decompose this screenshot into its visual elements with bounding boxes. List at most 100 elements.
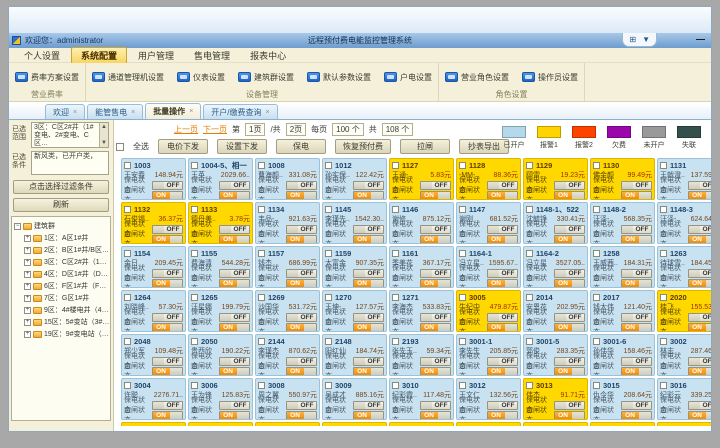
menu-item-售电管理[interactable]: 售电管理 [185,48,239,63]
card-checkbox[interactable] [593,338,600,345]
select-all-checkbox[interactable] [116,143,124,151]
tree-node[interactable]: +3区：C区2#井（1#变… [14,256,110,268]
supply-status-toggle[interactable]: OFF [286,313,317,322]
meter-card[interactable]: 3006王为锋125.83元保电状态OFF合闸状态ON [188,378,253,420]
switch-status-toggle[interactable]: ON [152,235,183,244]
meter-card[interactable]: 2014安恩花202.95元保电状态OFF合闸状态ON [523,290,588,332]
selected-condition-listbox[interactable]: 新风类，已开户类， [31,151,109,175]
switch-status-toggle[interactable]: ON [219,279,250,288]
switch-status-toggle[interactable]: ON [152,323,183,332]
supply-status-toggle[interactable]: OFF [152,225,183,234]
card-checkbox[interactable] [124,250,131,257]
supply-status-toggle[interactable]: OFF [420,269,451,278]
supply-status-toggle[interactable]: OFF [554,313,585,322]
switch-status-toggle[interactable]: ON [487,323,518,332]
meter-card[interactable]: 2193张先玉..59.34元保电状态OFF合闸状态ON [389,334,454,376]
expand-icon[interactable]: + [24,235,31,242]
supply-status-toggle[interactable]: OFF [353,357,384,366]
meter-card[interactable]: 1263待球雪..184.45元保电状态OFF合闸状态ON [657,246,712,288]
tab-批量操作[interactable]: 批量操作× [145,103,201,119]
switch-status-toggle[interactable]: ON [286,235,317,244]
supply-status-toggle[interactable]: OFF [487,313,518,322]
supply-status-toggle[interactable]: OFF [554,401,585,410]
switch-status-toggle[interactable]: ON [420,367,451,376]
supply-status-toggle[interactable]: OFF [621,313,652,322]
meter-card[interactable]: 1159太富金907.35元保电状态OFF合闸状态ON [322,246,387,288]
card-checkbox[interactable] [459,338,466,345]
meter-card[interactable]: 1148-2汪泽-..568.35元保电状态OFF合闸状态ON [590,202,655,244]
supply-status-toggle[interactable]: OFF [554,357,585,366]
selected-range-listbox[interactable]: 3区：C区2#井（1#变电、2#变电、C区… ▲▼ [31,122,109,148]
tab-能管售电[interactable]: 能管售电× [87,104,143,119]
card-checkbox[interactable] [392,162,399,169]
choose-filter-button[interactable]: 点击选择过滤条件 [13,180,109,194]
switch-status-toggle[interactable]: ON [420,279,451,288]
tree-node[interactable]: +15区：5#变站（3#变… [14,316,110,328]
card-checkbox[interactable] [526,294,533,301]
supply-status-toggle[interactable]: OFF [420,401,451,410]
meter-card[interactable]: 1148-1、522沈毓铮330.41元保电状态OFF合闸状态ON [523,202,588,244]
meter-card[interactable]: 1012孙实保..122.42元保电状态OFF合闸状态ON [322,158,387,200]
expand-icon[interactable]: + [24,295,31,302]
supply-status-toggle[interactable]: OFF [152,181,183,190]
card-checkbox[interactable] [392,338,399,345]
supply-status-toggle[interactable]: OFF [219,357,250,366]
meter-card[interactable]: 3010纪彩霞..117.48元保电状态OFF合闸状态ON [389,378,454,420]
switch-status-toggle[interactable]: ON [286,411,317,420]
supply-status-toggle[interactable]: OFF [286,357,317,366]
card-checkbox[interactable] [258,294,265,301]
meter-card[interactable]: 3009吴成才885.16元保电状态OFF合闸状态ON [322,378,387,420]
supply-status-toggle[interactable]: OFF [621,269,652,278]
supply-status-toggle[interactable]: OFF [152,357,183,366]
switch-status-toggle[interactable]: ON [621,235,652,244]
switch-status-toggle[interactable]: ON [621,411,652,420]
ribbon-button-仪表设置[interactable]: 仪表设置 [177,72,225,83]
switch-status-toggle[interactable]: ON [688,279,712,288]
current-page-box[interactable]: 1页 [245,123,265,136]
card-checkbox[interactable] [660,250,667,257]
meter-card[interactable]: 1264刘晓峰..57.30元保电状态OFF合闸状态ON [121,290,186,332]
meter-card[interactable]: 1128-MM-..88.36元保电状态OFF合闸状态ON [456,158,521,200]
next-page-link[interactable]: 下一页 [203,124,227,135]
switch-status-toggle[interactable]: ON [353,367,384,376]
scroll-down-icon[interactable]: ▼ [101,139,107,147]
switch-status-toggle[interactable]: ON [219,367,250,376]
meter-card[interactable]: 1134韦品-..921.63元保电状态OFF合闸状态ON [255,202,320,244]
batch-button-设置下发[interactable]: 设置下发 [217,139,267,154]
tab-close-icon[interactable]: × [189,108,193,115]
supply-status-toggle[interactable]: OFF [688,357,712,366]
supply-status-toggle[interactable]: OFF [219,269,250,278]
supply-status-toggle[interactable]: OFF [688,401,712,410]
switch-status-toggle[interactable]: ON [286,191,317,200]
supply-status-toggle[interactable]: OFF [353,401,384,410]
switch-status-toggle[interactable]: ON [353,191,384,200]
switch-status-toggle[interactable]: ON [487,367,518,376]
tree-node[interactable]: +4区：D区1#井（D区1… [14,268,110,280]
card-checkbox[interactable] [459,206,466,213]
supply-status-toggle[interactable]: OFF [420,181,451,190]
card-checkbox[interactable] [325,250,332,257]
switch-status-toggle[interactable]: ON [353,411,384,420]
collapse-icon[interactable]: − [14,223,21,230]
card-checkbox[interactable] [191,338,198,345]
menu-item-报表中心[interactable]: 报表中心 [241,48,295,63]
tree-node[interactable]: +19区：9#变电站（2#… [14,328,110,340]
menu-item-系统配置[interactable]: 系统配置 [71,47,127,64]
switch-status-toggle[interactable]: ON [621,323,652,332]
expand-icon[interactable]: + [24,259,31,266]
supply-status-toggle[interactable]: OFF [286,269,317,278]
tab-开户/缴费查询[interactable]: 开户/缴费查询× [203,104,277,119]
batch-button-拉闸[interactable]: 拉闸 [400,139,450,154]
card-checkbox[interactable] [258,250,265,257]
supply-status-toggle[interactable]: OFF [420,225,451,234]
tree-root[interactable]: −建筑群 [14,220,110,232]
switch-status-toggle[interactable]: ON [353,235,384,244]
supply-status-toggle[interactable]: OFF [621,357,652,366]
switch-status-toggle[interactable]: ON [420,411,451,420]
expand-icon[interactable]: + [24,307,31,314]
switch-status-toggle[interactable]: ON [554,191,585,200]
scroll-up-icon[interactable]: ▲ [101,123,107,131]
switch-status-toggle[interactable]: ON [286,367,317,376]
card-checkbox[interactable] [325,206,332,213]
switch-status-toggle[interactable]: ON [420,235,451,244]
